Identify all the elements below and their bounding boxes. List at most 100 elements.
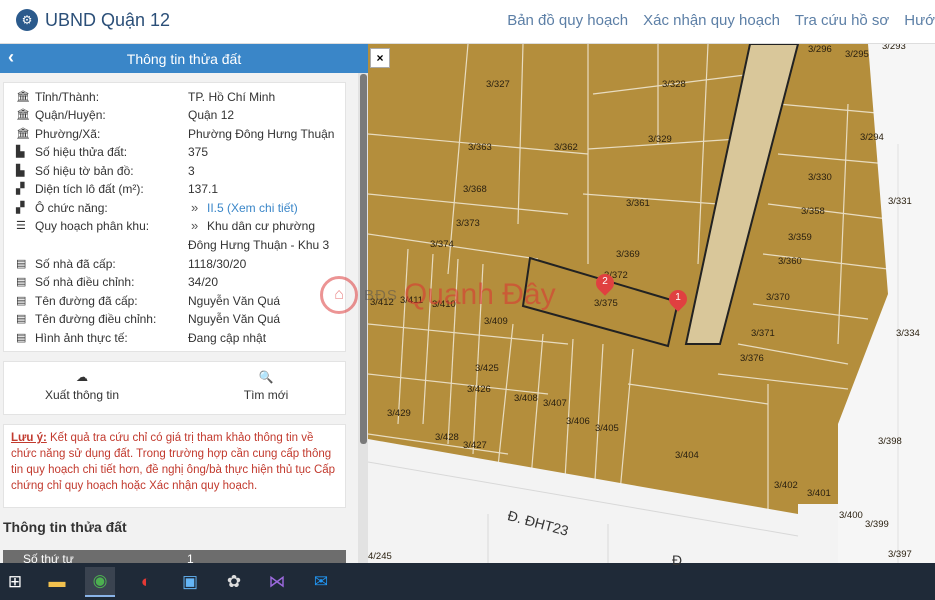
map-marker-2[interactable]: 2 — [592, 270, 618, 298]
parcel-details: 🏛 Tỉnh/Thành: TP. Hồ Chí Minh 🏛 Quận/Huy… — [3, 82, 346, 352]
plot-label: 3/296 — [808, 44, 832, 55]
plot-label: 3/294 — [860, 132, 884, 143]
info-row-ward: 🏛 Phường/Xã: Phường Đông Hưng Thuận — [4, 125, 347, 144]
app-title: UBND Quận 12 — [45, 9, 171, 30]
plot-label: 3/399 — [865, 519, 889, 530]
plot-label: 3/405 — [595, 423, 619, 434]
map-marker-1[interactable]: 1 — [665, 286, 691, 314]
plot-label: 3/331 — [888, 196, 912, 207]
plot-label: 3/371 — [751, 328, 775, 339]
table-label: Số thứ tự — [23, 552, 74, 563]
plot-label: 3/358 — [801, 206, 825, 217]
plot-label: 3/360 — [778, 256, 802, 267]
info-row-zoning: ☰ Quy hoạch phân khu: » Khu dân cư phườn… — [4, 217, 347, 255]
plot-label: 3/425 — [475, 363, 499, 374]
info-label: Số hiệu tờ bản đồ: — [35, 164, 134, 178]
app-icon[interactable]: ◐ — [131, 567, 161, 597]
map-icon: ▙ — [16, 146, 25, 158]
info-row-province: 🏛 Tỉnh/Thành: TP. Hồ Chí Minh — [4, 88, 347, 107]
logo-icon: ⚙ — [16, 9, 38, 31]
card-icon: ▤ — [16, 295, 27, 307]
main-nav: Bản đồ quy hoạch Xác nhận quy hoạch Tra … — [492, 12, 935, 29]
plot-label: 3/409 — [484, 316, 508, 327]
info-value: Nguyễn Văn Quá — [188, 294, 281, 308]
info-row-function-cell: ▞ Ô chức năng: » II.5 (Xem chi tiết) — [4, 199, 347, 218]
chevron-right-icon: » — [191, 200, 199, 215]
plot-label: 3/328 — [662, 79, 686, 90]
function-cell-link[interactable]: II.5 (Xem chi tiết) — [207, 201, 298, 215]
table-row: Số thứ tự 1 — [3, 550, 346, 563]
info-row-adjusted-street: ▤ Tên đường điều chỉnh: Nguyễn Văn Quá — [4, 310, 347, 329]
plot-label: 3/362 — [554, 142, 578, 153]
brand[interactable]: ⚙ UBND Quận 12 — [16, 9, 170, 31]
map-icon: ▙ — [16, 165, 25, 177]
plot-label: 3/327 — [486, 79, 510, 90]
plot-label: 3/406 — [566, 416, 590, 427]
export-label: Xuất thông tin — [44, 388, 120, 402]
export-button[interactable]: ☁ Xuất thông tin — [22, 370, 142, 402]
card-icon: ▤ — [16, 276, 27, 288]
bank-icon: 🏛 — [16, 128, 30, 140]
plot-label: 3/329 — [648, 134, 672, 145]
plot-label: 3/428 — [435, 432, 459, 443]
nav-xac-nhan-quy-hoach[interactable]: Xác nhận quy hoạch — [643, 12, 780, 29]
section-title: Thông tin thửa đất — [3, 519, 127, 535]
monitor-icon[interactable]: ▣ — [175, 567, 205, 597]
info-row-parcel-number: ▙ Số hiệu thửa đất: 375 — [4, 143, 347, 162]
plot-label: 3/363 — [468, 142, 492, 153]
plot-label: 3/376 — [740, 353, 764, 364]
nav-ban-do-quy-hoach[interactable]: Bản đồ quy hoạch — [507, 12, 628, 29]
info-value: Quận 12 — [188, 108, 235, 122]
action-buttons: ☁ Xuất thông tin 🔍 Tìm mới — [3, 361, 346, 415]
close-map-panel-button[interactable]: × — [370, 48, 390, 68]
area-icon: ▞ — [16, 202, 25, 214]
info-value-line2: Đông Hưng Thuận - Khu 3 — [188, 238, 330, 252]
scrollbar-thumb[interactable] — [360, 74, 367, 444]
info-value: 1118/30/20 — [188, 257, 247, 271]
info-row-adjusted-number: ▤ Số nhà điều chỉnh: 34/20 — [4, 273, 347, 292]
note-text: Kết quả tra cứu chỉ có giá trị tham khảo… — [11, 432, 336, 492]
plot-label: 3/330 — [808, 172, 832, 183]
paint-icon[interactable]: ✿ — [219, 567, 249, 597]
info-row-house-number: ▤ Số nhà đã cấp: 1118/30/20 — [4, 255, 347, 274]
outlook-icon[interactable]: ✉ — [306, 567, 336, 597]
plot-label: 3/334 — [896, 328, 920, 339]
cloud-download-icon: ☁ — [76, 370, 88, 384]
bank-icon: 🏛 — [16, 109, 30, 121]
panel-header: ‹ Thông tin thửa đất — [0, 44, 368, 73]
plot-label: 3/398 — [878, 436, 902, 447]
marker-number: 2 — [602, 276, 608, 287]
info-row-area: ▞ Diện tích lô đất (m²): 137.1 — [4, 180, 347, 199]
area-icon: ▞ — [16, 183, 25, 195]
plot-label: 3/369 — [616, 249, 640, 260]
plot-label: 3/375 — [594, 298, 618, 309]
info-value: Phường Đông Hưng Thuận — [188, 127, 335, 141]
watermark-text-large: Quanh Đây — [403, 278, 556, 311]
info-label: Hình ảnh thực tế: — [35, 331, 128, 345]
plot-label: 3/295 — [845, 49, 869, 60]
taskbar: ⊞ ▬ ◉ ◐ ▣ ✿ ⋈ ✉ — [0, 563, 935, 600]
plot-label: 3/397 — [888, 549, 912, 560]
disclaimer-note: Lưu ý: Kết quả tra cứu chỉ có giá trị th… — [3, 424, 346, 508]
nav-huong-dan[interactable]: Hướ — [904, 12, 935, 29]
plot-label: 3/429 — [387, 408, 411, 419]
search-icon: 🔍 — [258, 370, 274, 384]
visual-studio-icon[interactable]: ⋈ — [262, 567, 292, 597]
plot-label: 3/426 — [467, 384, 491, 395]
street-label-partial: Đ — [672, 552, 683, 568]
plot-label: 3/361 — [626, 198, 650, 209]
parcel-info-panel: ‹ Thông tin thửa đất 🏛 Tỉnh/Thành: TP. H… — [0, 44, 368, 563]
info-value: 137.1 — [188, 182, 219, 196]
chrome-icon[interactable]: ◉ — [85, 567, 115, 597]
info-value: TP. Hồ Chí Minh — [188, 90, 276, 104]
plot-label: 3/373 — [456, 218, 480, 229]
nav-tra-cuu-ho-so[interactable]: Tra cứu hồ sơ — [795, 12, 889, 29]
plot-label: 3/407 — [543, 398, 567, 409]
info-value: Nguyễn Văn Quá — [188, 312, 281, 326]
windows-icon[interactable]: ⊞ — [0, 567, 30, 597]
panel-title: Thông tin thửa đất — [126, 51, 242, 67]
new-search-button[interactable]: 🔍 Tìm mới — [206, 370, 326, 402]
watermark-text-small: BĐS — [364, 286, 398, 304]
file-explorer-icon[interactable]: ▬ — [42, 567, 72, 597]
plot-label: 3/404 — [675, 450, 699, 461]
